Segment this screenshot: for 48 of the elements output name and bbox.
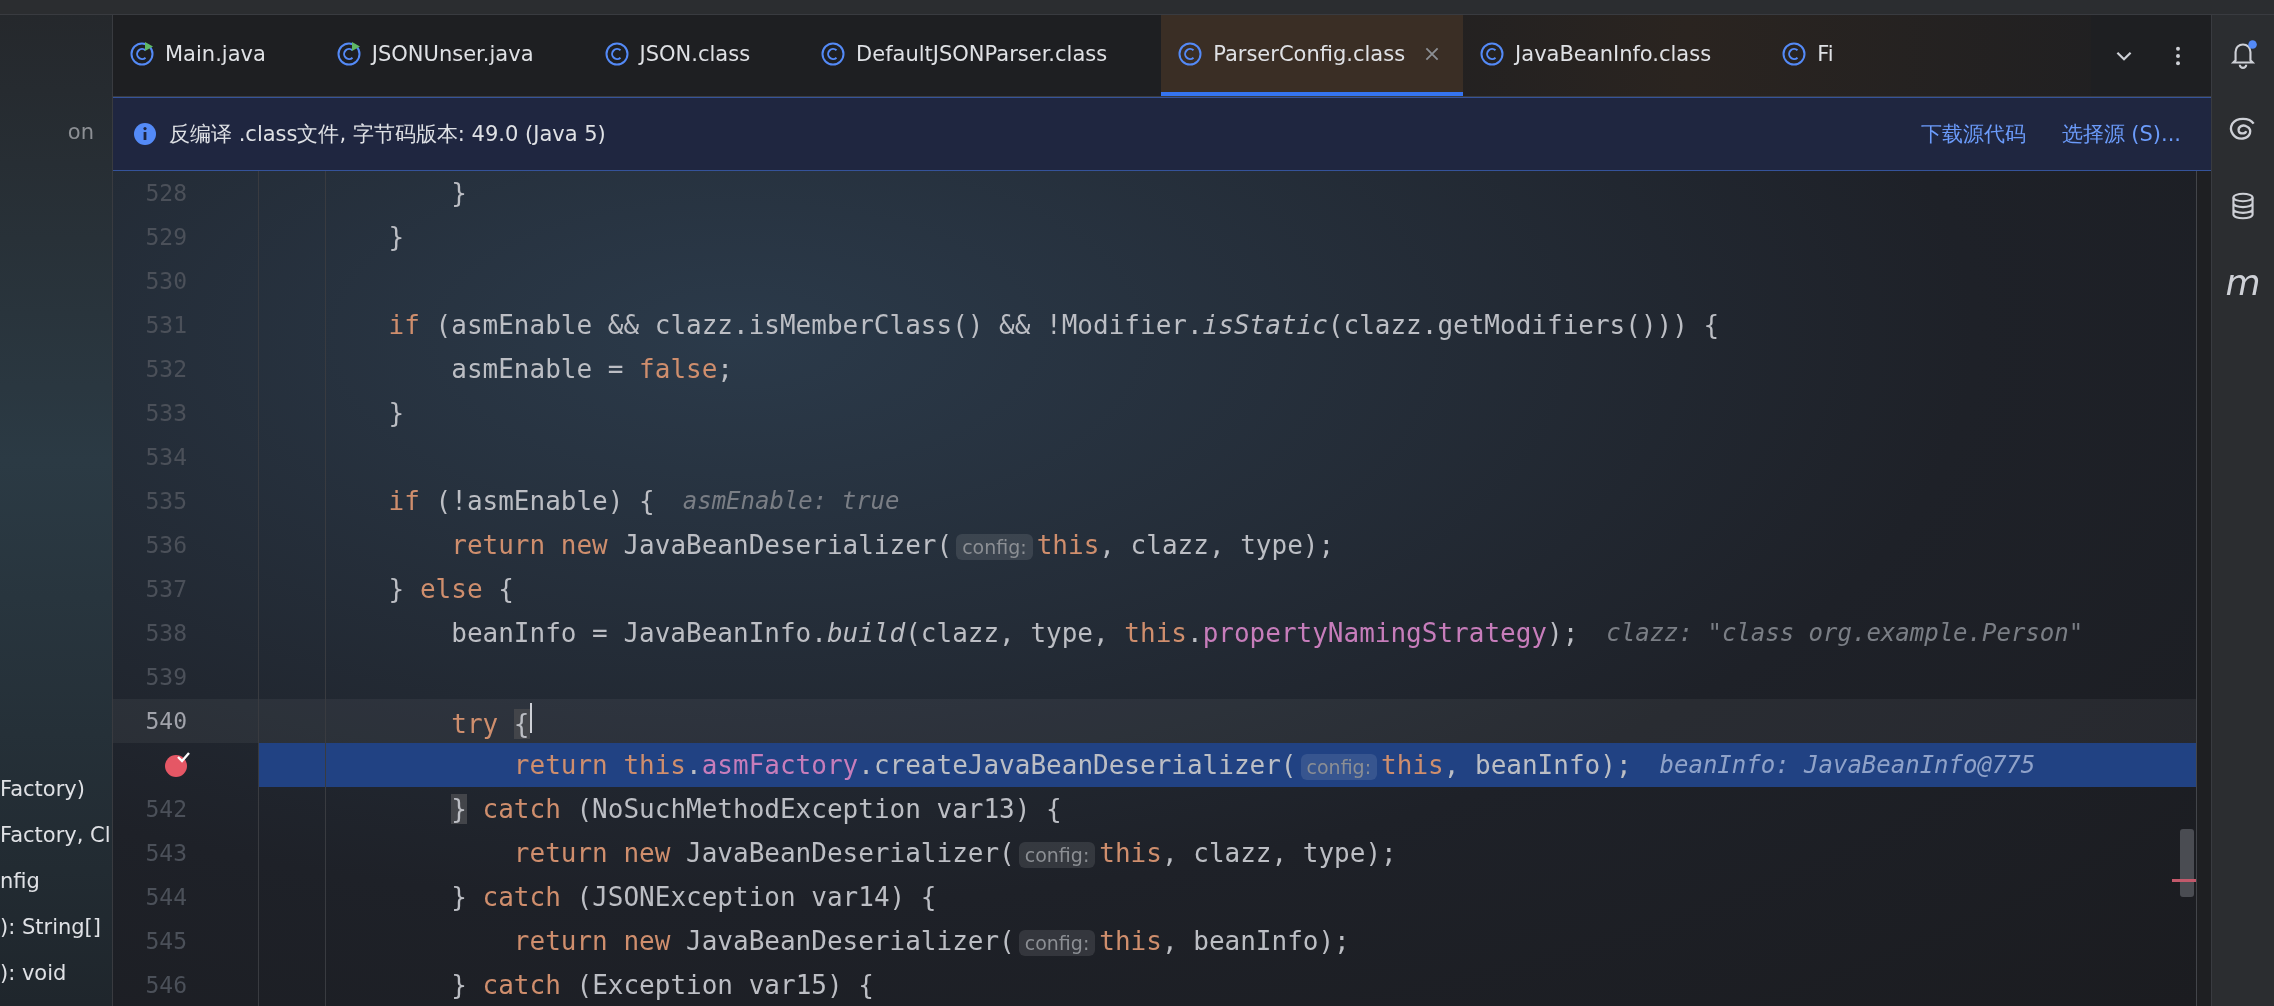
code-line: if (!asmEnable) {	[387, 486, 655, 516]
inline-debug-value: beanInfo: JavaBeanInfo@775	[1659, 751, 2036, 779]
code-line: return this.asmFactory.createJavaBeanDeserializer( config: this, beanInfo);	[512, 750, 1632, 780]
code-line: if (asmEnable && clazz.isMemberClass() && !Modifier.isStatic(clazz.getModifiers())) {	[387, 310, 1720, 340]
code-line: }	[387, 398, 405, 428]
inline-debug-value: asmEnable: true	[682, 487, 900, 515]
error-stripe-mark	[2172, 879, 2196, 882]
maven-tool-button[interactable]: m	[2225, 265, 2261, 301]
editor-tab[interactable]: ParserConfig.class	[1161, 15, 1464, 96]
code-line: } catch (Exception var15) {	[450, 970, 874, 1000]
inline-debug-value: clazz: "class org.example.Person"	[1606, 619, 2084, 647]
tree-item[interactable]: nfig	[0, 864, 40, 898]
code-line: return new JavaBeanDeserializer( config: this, clazz, type);	[450, 530, 1335, 560]
editor-tab[interactable]: JSON.class	[587, 15, 805, 96]
code-line: return new JavaBeanDeserializer( config: this, beanInfo);	[512, 926, 1350, 956]
editor-tab[interactable]: Fi	[1765, 15, 1844, 96]
class-run-icon	[129, 40, 155, 67]
code-line: beanInfo = JavaBeanInfo.build(clazz, type, this.propertyNamingStrategy);	[450, 618, 1579, 648]
info-link[interactable]: 下载源代码	[1920, 120, 2026, 148]
editor-tab[interactable]: JavaBeanInfo.class	[1463, 15, 1766, 96]
editor-tab[interactable]: Main.java	[113, 15, 320, 96]
code-line: asmEnable = false;	[450, 354, 733, 384]
line-number: 540	[145, 708, 187, 734]
tree-item[interactable]: Factory, Cl	[0, 818, 111, 852]
scrollbar[interactable]	[2180, 829, 2194, 897]
class-icon	[603, 40, 630, 67]
code-line: }	[387, 222, 405, 252]
tree-item[interactable]: Factory)	[0, 772, 85, 806]
class-icon	[1479, 40, 1506, 67]
class-icon	[1781, 40, 1808, 67]
code-line: } catch (JSONException var14) {	[450, 882, 937, 912]
code-line: } catch (NoSuchMethodException var13) {	[450, 794, 1062, 824]
tree-item[interactable]: on	[67, 115, 94, 149]
tree-item[interactable]: ): void	[0, 956, 67, 990]
info-message: 反编译 .class文件, 字节码版本: 49.0 (Java 5)	[169, 121, 606, 148]
editor-tab[interactable]: JSONUnser.java	[319, 15, 588, 96]
class-run-icon	[335, 40, 362, 67]
class-icon	[1177, 40, 1204, 67]
info-icon	[133, 122, 157, 146]
breakpoint-icon[interactable]	[163, 751, 191, 779]
code-line: }	[450, 178, 467, 208]
code-line: return new JavaBeanDeserializer( config: this, clazz, type);	[512, 838, 1397, 868]
editor-tab[interactable]: DefaultJSONParser.class	[804, 15, 1162, 96]
info-link[interactable]: 选择源 (S)...	[2061, 120, 2181, 148]
tree-item[interactable]: ): String[]	[0, 910, 101, 944]
class-icon	[820, 40, 847, 67]
code-line: } else {	[387, 574, 514, 604]
code-line: try {	[326, 703, 532, 739]
